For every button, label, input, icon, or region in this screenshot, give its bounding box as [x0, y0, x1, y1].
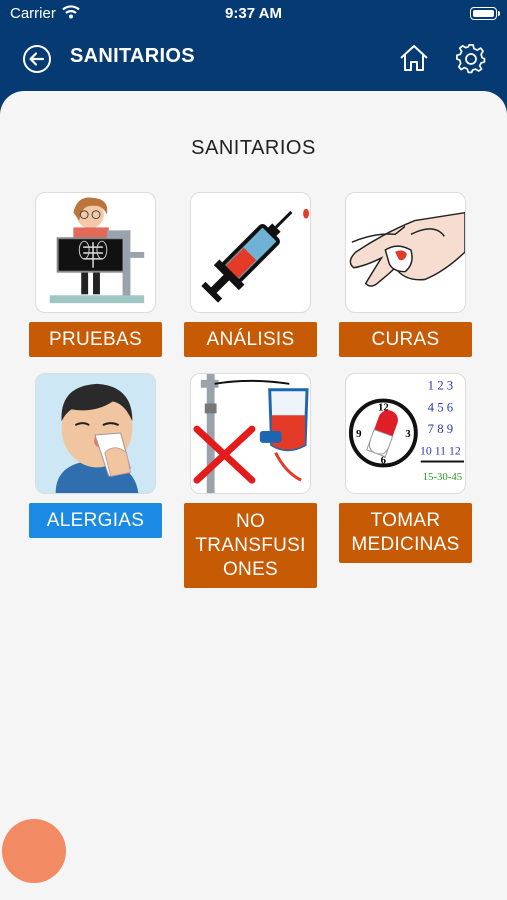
tomar-medicinas-button[interactable]: TOMAR MEDICINAS	[339, 503, 472, 563]
curas-button[interactable]: CURAS	[339, 322, 472, 357]
clock-number-9: 9	[356, 428, 362, 440]
schedule-footer: 15-30-45	[423, 471, 463, 483]
battery-icon	[470, 7, 500, 20]
pruebas-button[interactable]: PRUEBAS	[29, 322, 162, 357]
page-title: SANITARIOS	[70, 45, 195, 67]
schedule-row-4: 10 11 12	[420, 444, 461, 458]
schedule-row-3: 7 8 9	[428, 422, 454, 436]
clock-number-3: 3	[405, 428, 411, 440]
status-time: 9:37 AM	[225, 5, 282, 22]
no-transfusiones-button[interactable]: NO TRANSFUSI ONES	[184, 503, 317, 588]
content-panel: SANITARIOS PRUEBAS ANÁLISIS CURAS ALERGI…	[0, 91, 507, 900]
alergias-button[interactable]: ALERGIAS	[29, 503, 162, 538]
home-icon[interactable]	[398, 42, 430, 74]
xray-doctor-icon[interactable]	[35, 192, 156, 313]
back-arrow-icon[interactable]	[22, 44, 52, 74]
floating-action-button[interactable]	[2, 819, 66, 883]
syringe-icon[interactable]	[190, 192, 311, 313]
bandaged-hand-icon[interactable]	[345, 192, 466, 313]
sneezing-person-icon[interactable]	[35, 373, 156, 494]
pill-clock-icon[interactable]: 12 9 3 6 1 2 3 4 5 6 7 8 9 10 11 12 15-3…	[345, 373, 466, 494]
gear-icon[interactable]	[455, 42, 487, 74]
status-bar: Carrier 9:37 AM	[0, 0, 507, 28]
nav-bar: SANITARIOS	[0, 28, 507, 90]
no-transfusion-icon[interactable]	[190, 373, 311, 494]
analisis-button[interactable]: ANÁLISIS	[184, 322, 317, 357]
schedule-row-1: 1 2 3	[428, 379, 454, 393]
section-title: SANITARIOS	[191, 137, 316, 159]
schedule-row-2: 4 5 6	[428, 400, 454, 414]
